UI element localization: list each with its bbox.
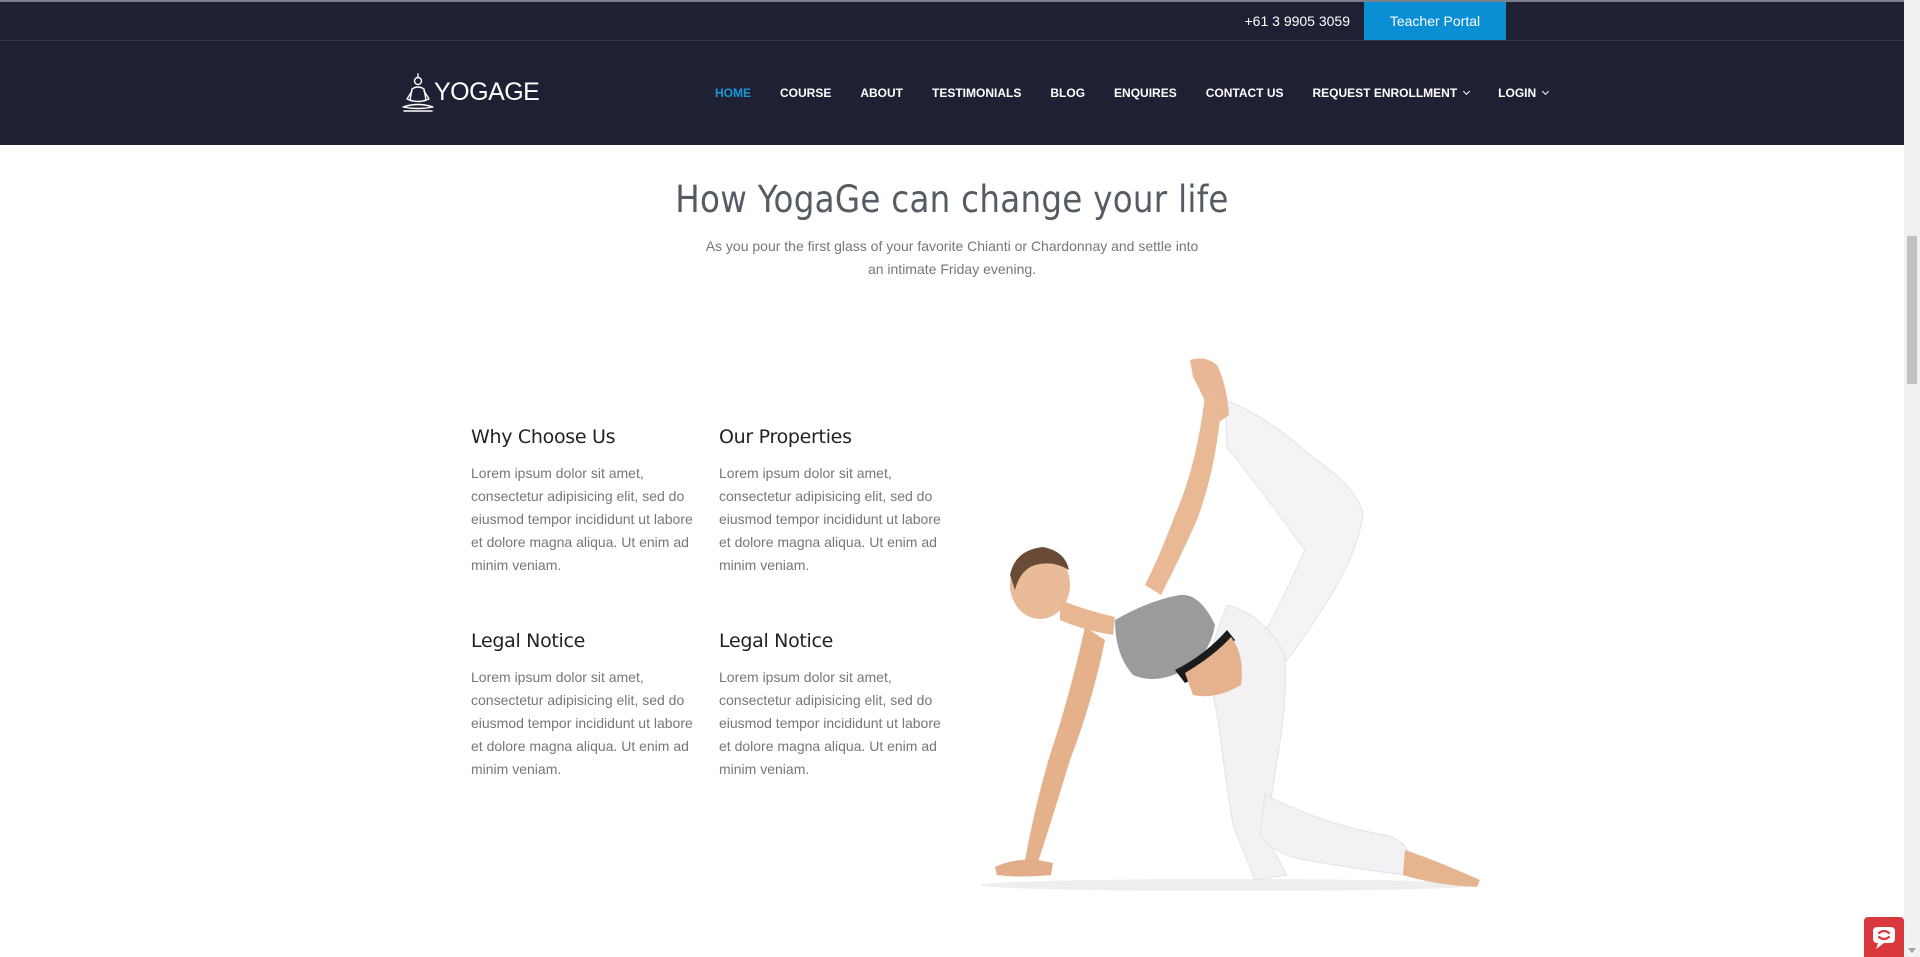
page-scrollbar[interactable] [1904, 0, 1920, 957]
feature-text: Lorem ipsum dolor sit amet, consectetur … [471, 465, 693, 573]
nav-home[interactable]: HOME [715, 85, 751, 101]
section-subtitle: As you pour the first glass of your favo… [705, 238, 1199, 277]
nav-blog-label: BLOG [1050, 86, 1086, 100]
feature-title: Legal Notice [471, 630, 586, 652]
teacher-portal-button[interactable]: Teacher Portal [1364, 2, 1506, 40]
feature-text: Lorem ipsum dolor sit amet, consectetur … [719, 669, 941, 777]
nav-testimonials-label: TESTIMONIALS [932, 86, 1022, 100]
nav-enquires-label: ENQUIRES [1114, 86, 1177, 100]
nav-about[interactable]: ABOUT [860, 85, 903, 101]
top-bar: +61 3 9905 3059 Teacher Portal [0, 0, 1904, 41]
phone-number[interactable]: +61 3 9905 3059 [1245, 12, 1351, 30]
main-nav: HOME COURSE ABOUT TESTIMONIALS BLOG ENQU… [715, 85, 1550, 101]
scroll-down-arrow-icon[interactable] [1908, 948, 1916, 953]
feature-our-properties: Our Properties Lorem ipsum dolor sit ame… [719, 426, 949, 577]
feature-text: Lorem ipsum dolor sit amet, consectetur … [471, 669, 693, 777]
main-header: YOGAGE HOME COURSE ABOUT TESTIMONIALS BL… [0, 41, 1904, 145]
nav-testimonials[interactable]: TESTIMONIALS [932, 85, 1021, 101]
nav-contact-us-label: CONTACT US [1205, 86, 1284, 100]
nav-login[interactable]: LOGIN [1498, 85, 1550, 101]
site-logo[interactable]: YOGAGE [400, 71, 540, 113]
nav-home-label: HOME [715, 86, 751, 100]
chat-widget-button[interactable] [1864, 917, 1904, 957]
yoga-pose-image [980, 358, 1480, 891]
feature-why-choose-us: Why Choose Us Lorem ipsum dolor sit amet… [471, 426, 701, 577]
nav-request-enrollment-label: REQUEST ENROLLMENT [1312, 86, 1458, 100]
logo-text: YOGAGE [434, 77, 540, 106]
nav-about-label: ABOUT [860, 86, 904, 100]
feature-title: Our Properties [719, 426, 852, 448]
nav-request-enrollment[interactable]: REQUEST ENROLLMENT [1312, 85, 1471, 101]
section-title: How YogaGe can change your life [675, 178, 1229, 221]
scrollbar-thumb[interactable] [1907, 236, 1917, 384]
meditation-figure-icon [402, 73, 434, 112]
nav-course-label: COURSE [780, 86, 832, 100]
nav-course[interactable]: COURSE [780, 85, 831, 101]
feature-title: Legal Notice [719, 630, 834, 652]
chat-widget-icon [1873, 927, 1895, 949]
feature-title: Why Choose Us [471, 426, 616, 448]
chevron-down-icon [1463, 87, 1471, 96]
nav-blog[interactable]: BLOG [1050, 85, 1085, 101]
feature-text: Lorem ipsum dolor sit amet, consectetur … [719, 465, 941, 573]
nav-login-label: LOGIN [1498, 86, 1537, 100]
feature-legal-notice-1: Legal Notice Lorem ipsum dolor sit amet,… [471, 630, 701, 781]
nav-contact-us[interactable]: CONTACT US [1206, 85, 1284, 101]
chevron-down-icon [1542, 87, 1550, 96]
nav-enquires[interactable]: ENQUIRES [1114, 85, 1177, 101]
feature-legal-notice-2: Legal Notice Lorem ipsum dolor sit amet,… [719, 630, 949, 781]
